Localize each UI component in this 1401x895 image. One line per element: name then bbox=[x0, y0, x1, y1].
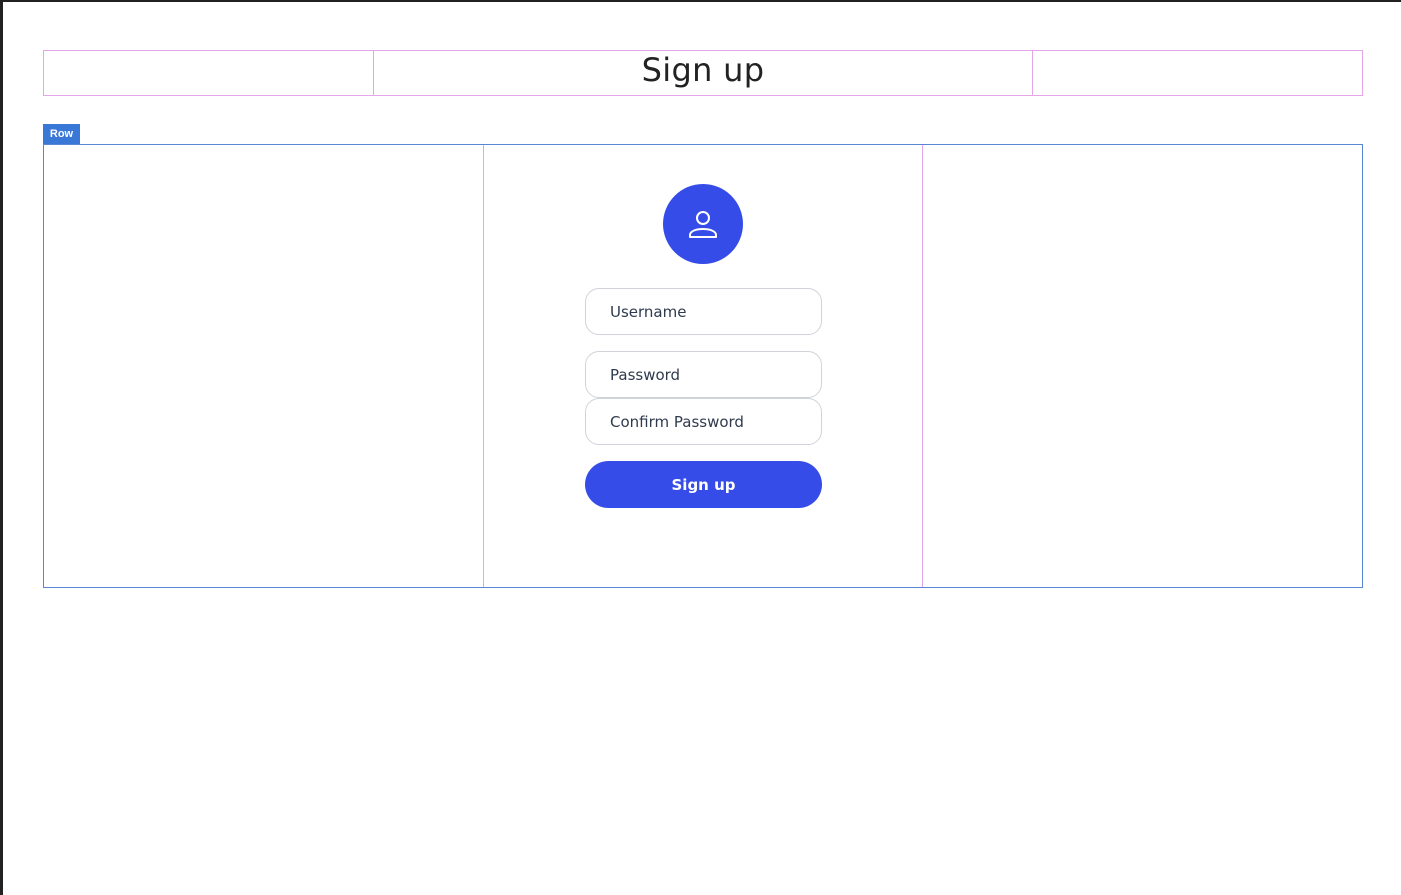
avatar bbox=[663, 184, 743, 264]
column-center: Sign up bbox=[484, 145, 923, 587]
page-title: Sign up bbox=[641, 51, 765, 89]
column-left bbox=[44, 145, 484, 587]
header-column-right bbox=[1033, 51, 1362, 95]
canvas-top-edge bbox=[0, 0, 1401, 2]
sign-up-button[interactable]: Sign up bbox=[585, 461, 822, 508]
password-input[interactable] bbox=[585, 351, 822, 398]
confirm-password-input[interactable] bbox=[585, 398, 822, 445]
header-column-center: Sign up bbox=[374, 51, 1033, 95]
username-input[interactable] bbox=[585, 288, 822, 335]
main-row: Sign up bbox=[43, 144, 1363, 588]
canvas-left-edge bbox=[0, 0, 3, 895]
header-column-left bbox=[44, 51, 374, 95]
user-icon bbox=[689, 211, 717, 238]
header-row: Sign up bbox=[43, 50, 1363, 96]
column-right bbox=[923, 145, 1362, 587]
row-layout-badge[interactable]: Row bbox=[43, 124, 80, 144]
